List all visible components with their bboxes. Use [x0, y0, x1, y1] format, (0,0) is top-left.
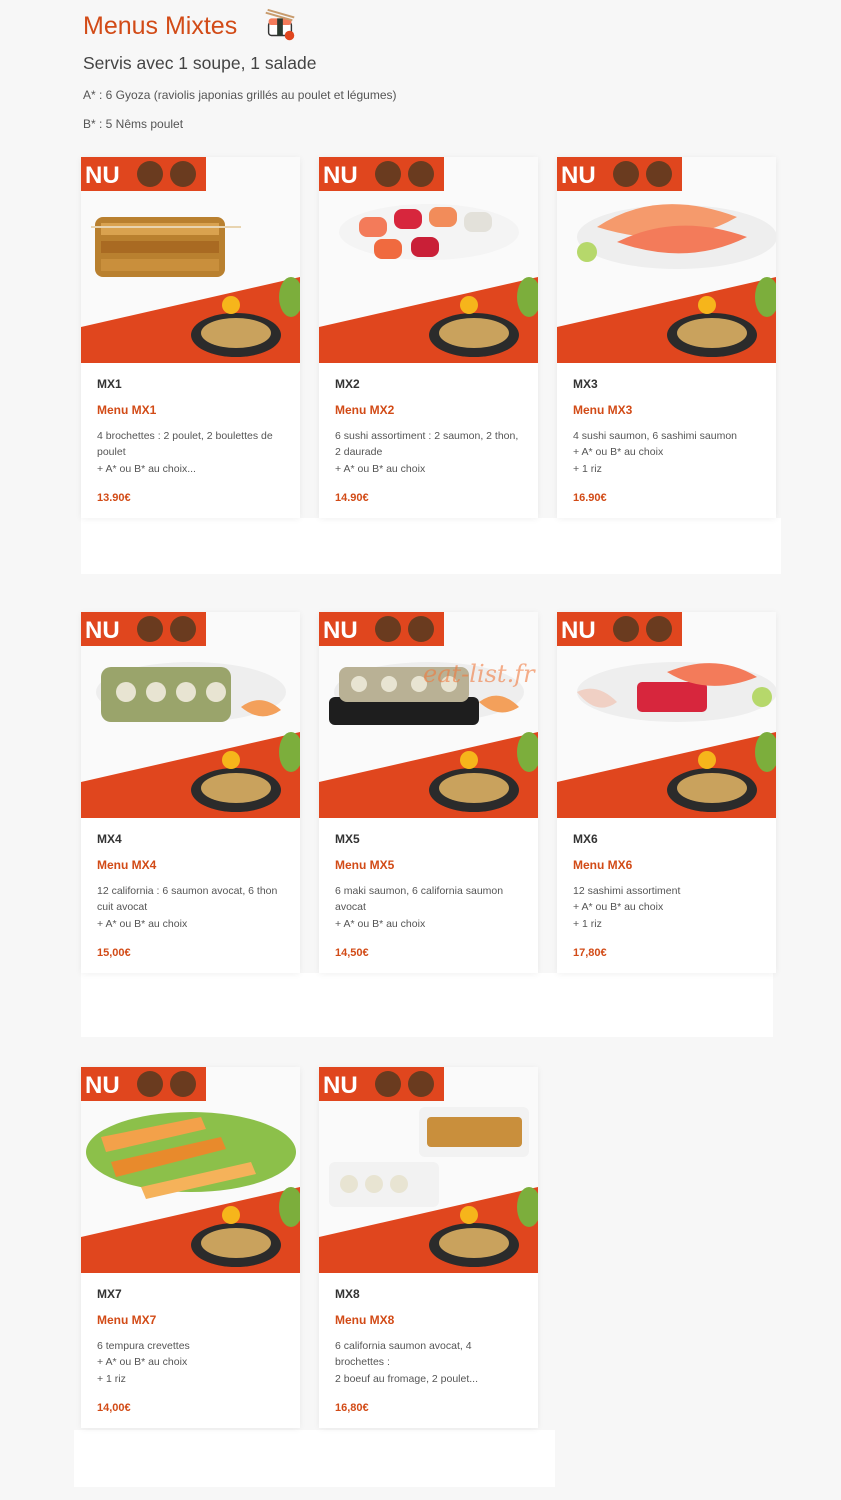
menu-card[interactable]: NU MX3 Menu MX3 4 sushi saumon, 6 sashim…	[557, 157, 776, 518]
menu-description: 4 brochettes : 2 poulet, 2 boulettes de …	[97, 428, 284, 477]
watermark: eat-list.fr	[423, 660, 535, 688]
menu-price: 15,00€	[97, 947, 131, 959]
menu-card[interactable]: NU MX7 Menu MX7 6 tempura crevettes + A* …	[81, 1067, 300, 1428]
page-title: Menus Mixtes	[83, 11, 238, 40]
menu-code: MX6	[573, 832, 598, 846]
row-background	[81, 518, 781, 574]
menu-desc-line: 6 california saumon avocat, 4 brochettes…	[335, 1340, 472, 1369]
menu-code: MX7	[97, 1287, 122, 1301]
note-a: A* : 6 Gyoza (raviolis japonias grillés …	[83, 88, 397, 102]
page-subtitle: Servis avec 1 soupe, 1 salade	[83, 53, 317, 73]
menu-desc-line: 4 sushi saumon, 6 sashimi saumon	[573, 430, 737, 442]
menu-desc-line: + A* ou B* au choix	[335, 462, 426, 475]
page-header: Menus Mixtes Servis avec 1 soupe, 1 sala…	[83, 8, 783, 131]
menu-name[interactable]: Menu MX3	[573, 403, 760, 417]
menu-code: MX5	[335, 832, 360, 846]
menu-photo: NU	[81, 612, 300, 818]
menu-image[interactable]: NU	[557, 612, 776, 818]
menu-description: 6 sushi assortiment : 2 saumon, 2 thon, …	[335, 428, 522, 477]
menu-photo: NU	[81, 157, 300, 363]
menu-image[interactable]: NU	[319, 157, 538, 363]
menu-description: 12 california : 6 saumon avocat, 6 thon …	[97, 883, 284, 932]
menu-price: 14,00€	[97, 1402, 131, 1414]
menu-desc-line: 6 sushi assortiment : 2 saumon, 2 thon, …	[335, 430, 519, 459]
menu-name[interactable]: Menu MX6	[573, 858, 760, 872]
menu-description: 6 california saumon avocat, 4 brochettes…	[335, 1338, 522, 1387]
menu-card[interactable]: NU MX2 Menu MX2 6 sushi assortiment : 2 …	[319, 157, 538, 518]
menu-photo: NU	[319, 612, 538, 818]
menu-price: 14,50€	[335, 947, 369, 959]
menu-desc-line: 6 tempura crevettes	[97, 1340, 190, 1352]
menu-desc-line: + 1 riz	[573, 462, 602, 475]
row-background	[81, 973, 773, 1037]
svg-text:NU: NU	[85, 1072, 120, 1099]
menu-card[interactable]: NU MX8 Menu MX8 6 california saumon avoc…	[319, 1067, 538, 1428]
menu-code: MX3	[573, 377, 598, 391]
note-b: B* : 5 Nêms poulet	[83, 117, 184, 131]
menu-name[interactable]: Menu MX1	[97, 403, 284, 417]
svg-text:NU: NU	[85, 617, 120, 644]
menu-desc-line: + 1 riz	[573, 917, 602, 930]
menu-desc-line: 2 boeuf au fromage, 2 poulet...	[335, 1372, 479, 1385]
menu-desc-line: 6 maki saumon, 6 california saumon avoca…	[335, 885, 504, 914]
menu-description: 12 sashimi assortiment + A* ou B* au choi…	[573, 883, 760, 932]
menu-photo: NU	[319, 157, 538, 363]
svg-text:NU: NU	[323, 617, 358, 644]
menu-desc-line: + A* ou B* au choix	[573, 446, 664, 459]
menu-photo: NU	[81, 1067, 300, 1273]
menu-name[interactable]: Menu MX8	[335, 1313, 522, 1327]
menu-card[interactable]: NU MX6 Menu MX6 12 sashimi assortiment + …	[557, 612, 776, 973]
menu-price: 13.90€	[97, 492, 131, 504]
menu-price: 16.90€	[573, 492, 607, 504]
menu-desc-line: 12 california : 6 saumon avocat, 6 thon …	[97, 885, 278, 914]
menu-photo: NU	[557, 612, 776, 818]
menu-desc-line: + A* ou B* au choix	[573, 901, 664, 914]
menu-price: 17,80€	[573, 947, 607, 959]
menu-card[interactable]: NU MX4 Menu MX4 12 california : 6 saumon…	[81, 612, 300, 973]
svg-text:NU: NU	[323, 162, 358, 189]
menu-name[interactable]: Menu MX2	[335, 403, 522, 417]
svg-text:NU: NU	[561, 162, 596, 189]
svg-text:NU: NU	[323, 1072, 358, 1099]
menu-image[interactable]: NU	[319, 612, 538, 818]
row-background	[74, 1430, 555, 1487]
menu-description: 6 tempura crevettes + A* ou B* au choix + …	[97, 1338, 284, 1387]
sushi-icon	[265, 8, 295, 41]
menu-code: MX8	[335, 1287, 360, 1301]
menu-desc-line: + A* ou B* au choix	[97, 917, 188, 930]
menu-desc-line: + 1 riz	[97, 1372, 126, 1385]
menu-description: 4 sushi saumon, 6 sashimi saumon + A* ou …	[573, 428, 760, 477]
menu-code: MX1	[97, 377, 122, 391]
menu-image[interactable]: NU	[81, 612, 300, 818]
menu-description: 6 maki saumon, 6 california saumon avoca…	[335, 883, 522, 932]
menu-desc-line: + A* ou B* au choix	[97, 1356, 188, 1369]
menu-image[interactable]: NU	[81, 157, 300, 363]
menu-desc-line: 4 brochettes : 2 poulet, 2 boulettes de …	[97, 430, 273, 459]
menu-desc-line: + A* ou B* au choix...	[97, 462, 196, 475]
menu-image[interactable]: NU	[319, 1067, 538, 1273]
menu-photo: NU	[319, 1067, 538, 1273]
menu-desc-line: 12 sashimi assortiment	[573, 885, 681, 897]
menu-price: 16,80€	[335, 1402, 369, 1414]
menu-image[interactable]: NU	[81, 1067, 300, 1273]
menu-photo: NU	[557, 157, 776, 363]
menu-price: 14.90€	[335, 492, 369, 504]
menu-desc-line: + A* ou B* au choix	[335, 917, 426, 930]
svg-text:NU: NU	[85, 162, 120, 189]
menu-code: MX4	[97, 832, 122, 846]
menu-name[interactable]: Menu MX5	[335, 858, 522, 872]
menu-card[interactable]: NU MX1 Menu MX1 4 brochettes : 2 poulet,…	[81, 157, 300, 518]
menu-image[interactable]: NU	[557, 157, 776, 363]
svg-text:NU: NU	[561, 617, 596, 644]
menu-name[interactable]: Menu MX7	[97, 1313, 284, 1327]
menu-name[interactable]: Menu MX4	[97, 858, 284, 872]
menu-code: MX2	[335, 377, 360, 391]
